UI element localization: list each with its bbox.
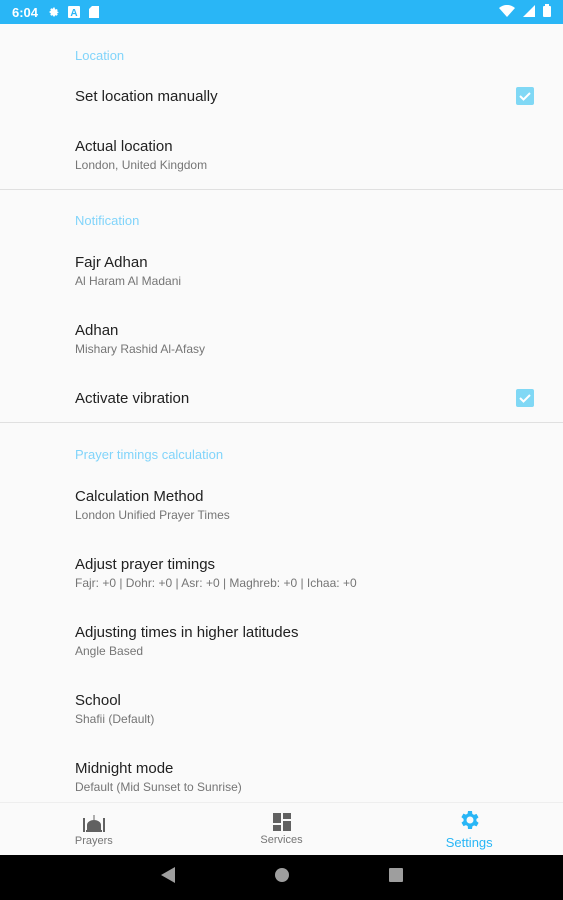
nav-settings[interactable]: Settings bbox=[375, 803, 563, 855]
activate-vibration-checkbox[interactable] bbox=[516, 389, 534, 407]
back-icon[interactable] bbox=[160, 867, 175, 888]
nav-prayers-label: Prayers bbox=[74, 834, 113, 847]
a-box-status-icon: A bbox=[68, 6, 81, 18]
battery-icon bbox=[543, 4, 551, 20]
svg-text:A: A bbox=[70, 8, 77, 18]
pref-title: School bbox=[75, 692, 121, 709]
wifi-icon bbox=[499, 4, 515, 20]
pref-summary: Default (Mid Sunset to Sunrise) bbox=[75, 780, 242, 794]
recents-icon[interactable] bbox=[388, 868, 403, 887]
nav-settings-label: Settings bbox=[445, 835, 493, 850]
status-bar: 6:04 A bbox=[0, 0, 563, 24]
sd-card-status-icon bbox=[88, 6, 100, 18]
pref-summary: Shafii (Default) bbox=[75, 712, 155, 726]
section-divider bbox=[0, 189, 563, 190]
pref-title: Actual location bbox=[75, 138, 173, 155]
set-location-manually-checkbox[interactable] bbox=[516, 87, 534, 105]
dashboard-icon bbox=[272, 812, 291, 831]
settings-list[interactable]: Location Set location manually Actual lo… bbox=[0, 24, 563, 802]
status-time: 6:04 bbox=[12, 4, 39, 20]
nav-prayers[interactable]: Prayers bbox=[0, 803, 188, 855]
pref-title: Calculation Method bbox=[75, 488, 204, 505]
signal-icon bbox=[523, 4, 535, 20]
system-navigation-bar bbox=[0, 855, 563, 900]
pref-title: Set location manually bbox=[75, 88, 218, 105]
nav-services[interactable]: Services bbox=[188, 803, 376, 855]
pref-title: Activate vibration bbox=[75, 390, 190, 407]
pref-title: Midnight mode bbox=[75, 760, 174, 777]
nav-services-label: Services bbox=[260, 833, 303, 846]
section-header-location: Location bbox=[75, 48, 125, 63]
pref-summary: London, United Kingdom bbox=[75, 158, 208, 172]
settings-gear-status-icon bbox=[48, 6, 60, 18]
pref-summary: Fajr: +0 | Dohr: +0 | Asr: +0 | Maghreb:… bbox=[75, 576, 357, 590]
bottom-navigation: Prayers Services Settings bbox=[0, 802, 563, 855]
section-header-notification: Notification bbox=[75, 213, 140, 228]
gear-icon bbox=[461, 811, 479, 829]
pref-summary: Al Haram Al Madani bbox=[75, 274, 182, 288]
pref-summary: London Unified Prayer Times bbox=[75, 508, 230, 522]
checkmark-icon bbox=[519, 394, 531, 403]
checkmark-icon bbox=[519, 92, 531, 101]
pref-title: Adjusting times in higher latitudes bbox=[75, 624, 299, 641]
pref-title: Adjust prayer timings bbox=[75, 556, 216, 573]
pref-title: Fajr Adhan bbox=[75, 254, 148, 271]
section-divider bbox=[0, 422, 563, 423]
mosque-icon bbox=[82, 814, 105, 832]
home-icon[interactable] bbox=[274, 868, 289, 887]
pref-summary: Angle Based bbox=[75, 644, 144, 658]
section-header-calculation: Prayer timings calculation bbox=[75, 447, 224, 462]
pref-title: Adhan bbox=[75, 322, 119, 339]
pref-summary: Mishary Rashid Al-Afasy bbox=[75, 342, 206, 356]
